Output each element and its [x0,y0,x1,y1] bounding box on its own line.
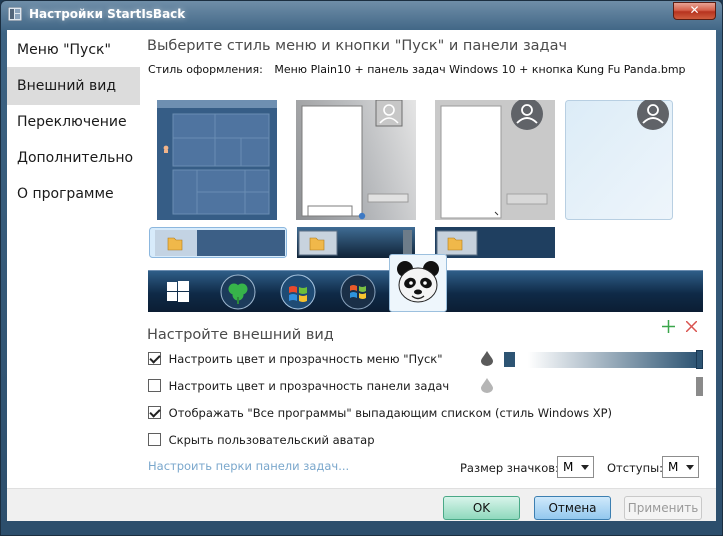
option-label: Отображать "Все программы" выпадающим сп… [168,406,613,420]
settings-window: Настройки StartIsBack ✕ Меню "Пуск" Внеш… [0,0,723,536]
sidebar-item-advanced[interactable]: Дополнительно [7,139,140,177]
style-value: Меню Plain10 + панель задач Windows 10 +… [274,63,686,76]
menu-style-windows-8-glass[interactable] [565,100,673,220]
sidebar-item-appearance[interactable]: Внешний вид [7,67,140,105]
sidebar-item-label: Дополнительно [17,150,134,166]
windows-10-logo-icon[interactable] [166,280,190,304]
checkbox[interactable] [148,406,161,419]
sidebar-nav: Меню "Пуск" Внешний вид Переключение Доп… [7,30,140,230]
sidebar-item-about[interactable]: О программе [7,175,140,213]
ok-button[interactable]: OK [443,496,520,520]
sidebar-item-label: Переключение [17,114,127,130]
taskbar-perks-link[interactable]: Настроить перки панели задач... [148,459,349,473]
kung-fu-panda-button[interactable] [389,254,447,312]
menu-transparency-slider[interactable] [528,352,698,368]
menu-style-windows-7-gradient[interactable] [296,100,416,220]
window-title: Настройки StartIsBack [29,7,186,21]
start-button-picker [148,254,703,312]
kung-fu-panda-icon [397,261,439,303]
sidebar-item-label: О программе [17,186,114,202]
color-swatch[interactable] [504,352,515,367]
appearance-heading: Настройте внешний вид [147,327,334,343]
clover-orb-icon[interactable] [220,274,256,310]
spacing-dropdown[interactable]: M [662,456,699,478]
checkbox[interactable] [148,352,161,365]
option-all-programs-dropdown[interactable]: Отображать "Все программы" выпадающим сп… [148,406,612,420]
sidebar-item-switching[interactable]: Переключение [7,103,140,141]
sidebar-item-label: Меню "Пуск" [17,42,111,58]
menu-style-windows-7-plain[interactable] [435,100,555,220]
spacing-label: Отступы: [607,461,664,475]
sidebar-item-label: Внешний вид [17,78,117,94]
title-bar[interactable]: Настройки StartIsBack ✕ [1,1,722,29]
slider-thumb[interactable] [696,377,703,396]
style-label: Стиль оформления: [148,63,263,76]
cancel-button[interactable]: Отмена [534,496,611,520]
taskbar-style-light[interactable] [149,227,287,258]
checkbox[interactable] [148,433,161,446]
style-line: Стиль оформления: Меню Plain10 + панель … [148,63,686,76]
windows-7-orb-icon[interactable] [280,274,316,310]
app-icon [8,7,22,21]
windows-vista-orb-icon[interactable] [340,274,376,310]
close-icon: ✕ [689,3,700,17]
option-start-menu-color[interactable]: Настроить цвет и прозрачность меню "Пуск… [148,352,443,366]
menu-style-windows-10[interactable] [157,100,277,220]
checkbox[interactable] [148,379,161,392]
icon-size-dropdown[interactable]: M [557,456,594,478]
icon-size-value: M [563,460,574,474]
icon-size-label: Размер значков: [460,461,559,475]
option-hide-avatar[interactable]: Скрыть пользовательский аватар [148,433,375,447]
plus-icon[interactable] [662,320,675,333]
spacing-value: M [668,460,679,474]
close-button[interactable]: ✕ [673,2,716,20]
opacity-drop-icon [481,351,493,366]
x-icon[interactable] [686,321,697,332]
chevron-down-icon [686,465,694,470]
option-label: Скрыть пользовательский аватар [168,433,375,447]
opacity-drop-icon [481,378,493,393]
option-label: Настроить цвет и прозрачность меню "Пуск… [168,352,443,366]
apply-button[interactable]: Применить [624,496,702,520]
option-label: Настроить цвет и прозрачность панели зад… [168,379,450,393]
chevron-down-icon [581,465,589,470]
client-area: Меню "Пуск" Внешний вид Переключение Доп… [7,30,716,521]
style-heading: Выберите стиль меню и кнопки "Пуск" и па… [147,38,568,54]
option-taskbar-color[interactable]: Настроить цвет и прозрачность панели зад… [148,379,449,393]
sidebar-item-start-menu[interactable]: Меню "Пуск" [7,31,140,69]
taskbar-style-dark[interactable] [435,227,555,258]
slider-thumb[interactable] [696,350,703,369]
